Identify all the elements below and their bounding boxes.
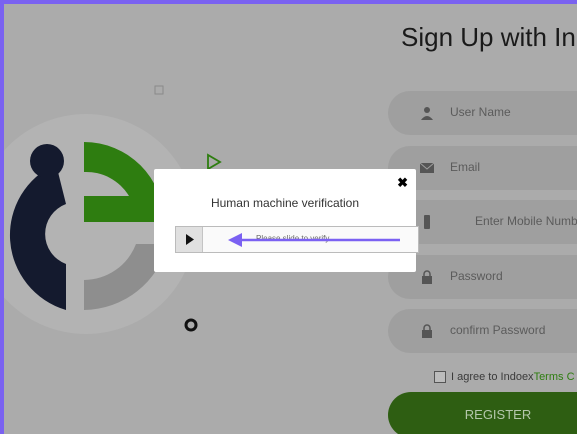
agree-row: I agree to IndoexTerms C [434,371,575,384]
decor-ring [184,318,198,332]
username-placeholder: User Name [450,105,511,119]
user-icon [421,107,433,120]
slider-hint: Please slide to verify [256,234,330,243]
password-field[interactable]: Password [388,255,577,299]
email-field[interactable]: Email [388,146,577,190]
lock-icon [422,324,432,338]
phone-icon [424,215,430,229]
decor-triangle [207,153,222,171]
slider-handle[interactable] [176,227,203,252]
logo-dark-dot [30,144,64,178]
register-button[interactable]: REGISTER [388,392,577,434]
verification-modal: ✖ Human machine verification Please slid… [154,169,419,272]
username-field[interactable]: User Name [388,91,577,135]
email-placeholder: Email [450,160,481,174]
envelope-icon [420,162,434,173]
lock-icon [422,270,432,284]
agree-text: I agree to Indoex [451,371,534,383]
play-icon [186,234,194,245]
mobile-placeholder: Enter Mobile Number [475,214,577,228]
terms-link[interactable]: Terms C [534,371,575,383]
confirm-password-placeholder: confirm Password [450,323,546,337]
password-placeholder: Password [450,269,503,283]
signup-title: Sign Up with In [401,22,576,52]
agree-checkbox[interactable] [434,371,446,384]
verify-slider[interactable]: Please slide to verify [175,226,419,253]
decor-square [154,85,164,95]
close-icon[interactable]: ✖ [397,175,408,191]
confirm-password-field[interactable]: confirm Password [388,309,577,353]
modal-title: Human machine verification [210,196,360,210]
